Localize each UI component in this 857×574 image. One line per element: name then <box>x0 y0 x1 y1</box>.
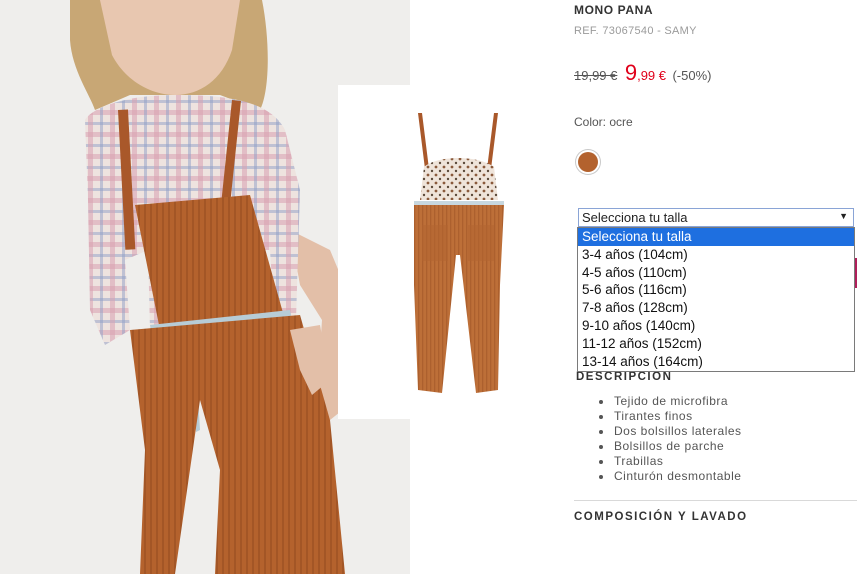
dropdown-arrow-icon: ▼ <box>839 211 848 221</box>
description-item: Cinturón desmontable <box>599 469 742 483</box>
product-title: MONO PANA <box>574 3 654 17</box>
size-option[interactable]: 5-6 años (116cm) <box>578 281 854 299</box>
original-price: 19,99 € <box>574 68 618 83</box>
description-heading: DESCRIPCIÓN <box>576 371 673 383</box>
size-option[interactable]: 13-14 años (164cm) <box>578 353 854 371</box>
size-select-value: Selecciona tu talla <box>582 210 688 225</box>
size-select[interactable]: Selecciona tu talla ▼ <box>578 208 854 227</box>
description-item: Dos bolsillos laterales <box>599 424 742 438</box>
sale-price-integer: 9 <box>624 60 638 85</box>
size-option[interactable]: Selecciona tu talla <box>578 228 854 246</box>
color-label: Color: ocre <box>574 115 633 129</box>
sale-price-decimals: ,99 € <box>637 68 666 83</box>
size-option[interactable]: 4-5 años (110cm) <box>578 264 854 282</box>
description-item: Trabillas <box>599 454 742 469</box>
color-swatch-ocre[interactable] <box>578 152 598 172</box>
composition-section-toggle[interactable]: COMPOSICIÓN Y LAVADO <box>574 511 748 523</box>
discount-badge: (-50%) <box>672 68 712 83</box>
price-block: 19,99 € 9,99 € (-50%) <box>574 60 711 86</box>
product-flatlay-photo[interactable] <box>338 85 578 419</box>
description-item: Tejido de microfibra <box>599 394 742 409</box>
overalls-flatlay-image <box>338 85 578 419</box>
size-option[interactable]: 7-8 años (128cm) <box>578 299 854 317</box>
size-option[interactable]: 11-12 años (152cm) <box>578 335 854 353</box>
description-item: Tirantes finos <box>599 409 742 424</box>
section-divider <box>574 500 857 501</box>
product-reference: REF. 73067540 - SAMY <box>574 25 697 37</box>
description-list: Tejido de microfibra Tirantes finos Dos … <box>599 394 742 484</box>
product-info-panel: MONO PANA REF. 73067540 - SAMY 19,99 € 9… <box>574 0 857 574</box>
size-option[interactable]: 3-4 años (104cm) <box>578 246 854 264</box>
description-item: Bolsillos de parche <box>599 439 742 454</box>
size-option[interactable]: 9-10 años (140cm) <box>578 317 854 335</box>
size-dropdown-list: Selecciona tu talla 3-4 años (104cm) 4-5… <box>577 227 855 372</box>
